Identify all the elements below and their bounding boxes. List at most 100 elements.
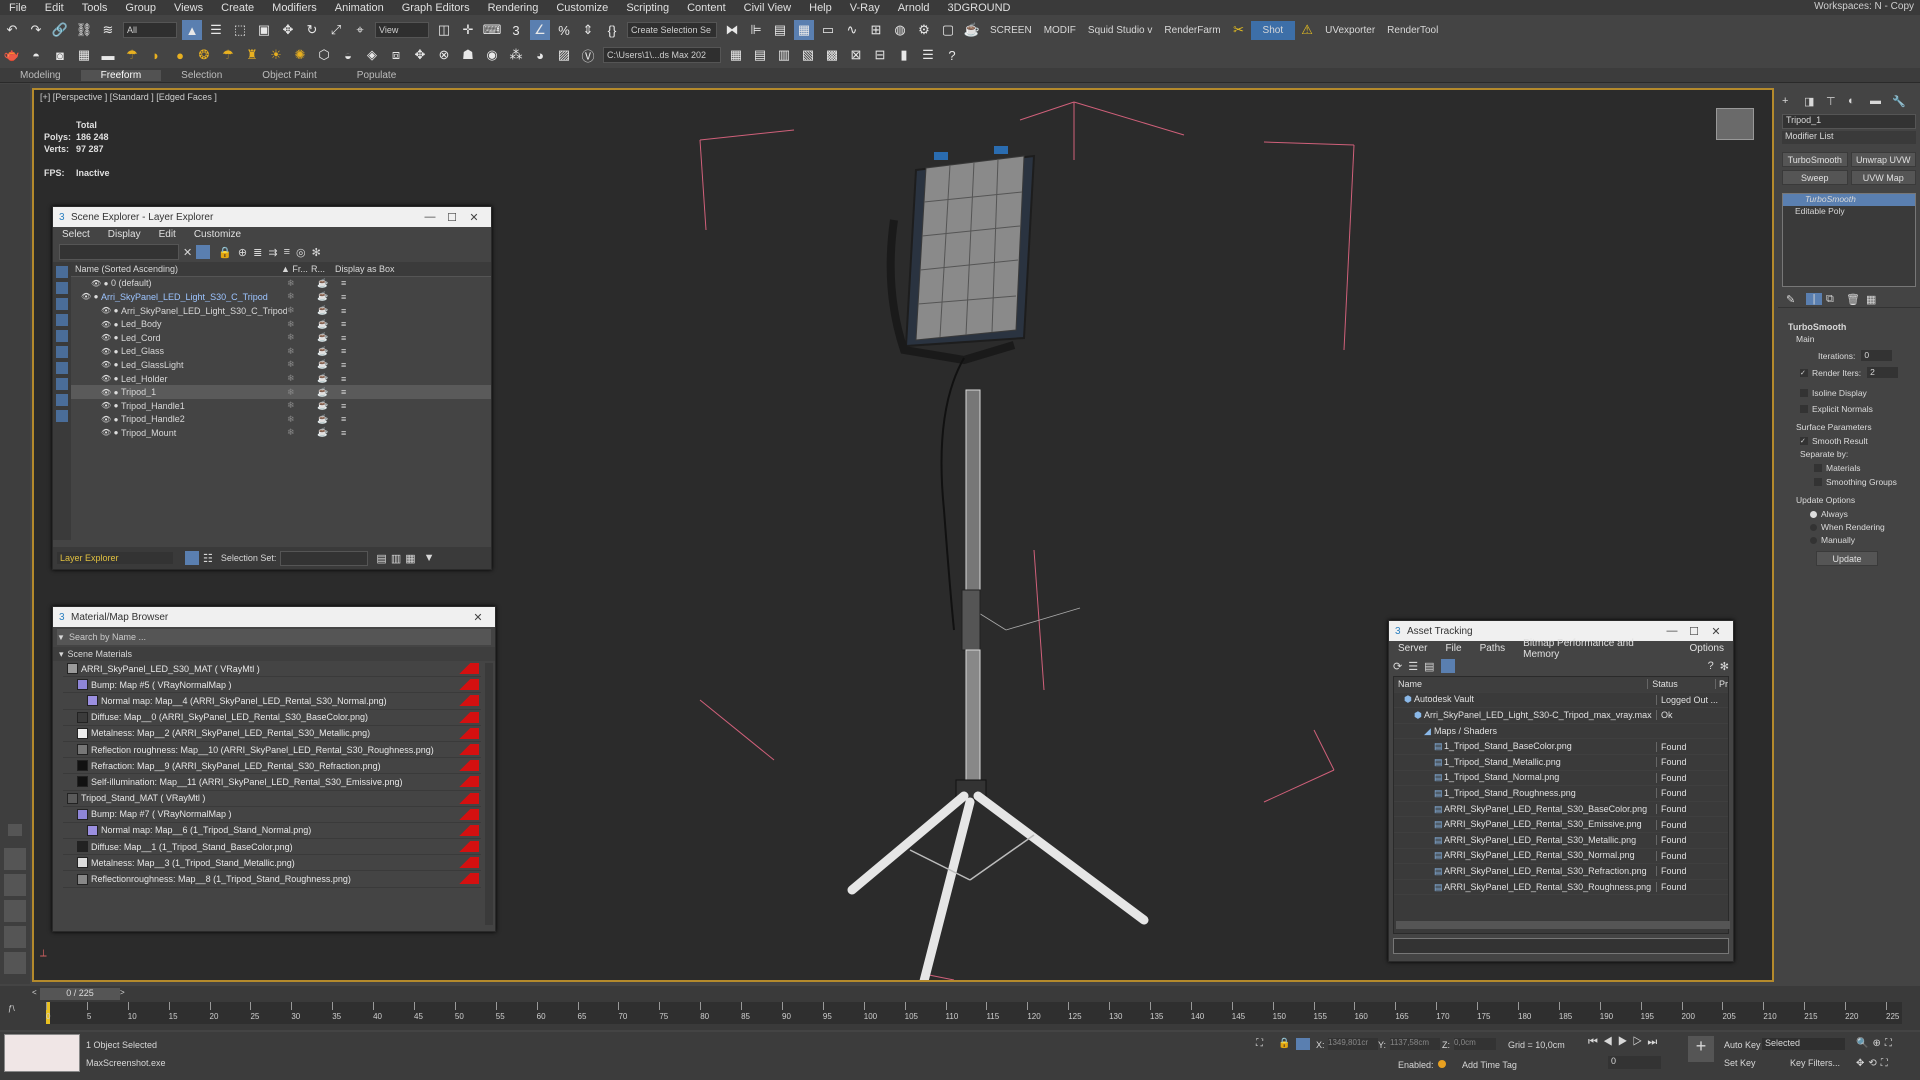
maximize-icon[interactable]: ☐ xyxy=(1683,625,1705,638)
utilities-tab-icon[interactable]: 🔧 xyxy=(1892,95,1914,108)
vray-logo-icon[interactable]: Ⓥ xyxy=(578,45,598,65)
display-as-box-icon[interactable]: ≡ xyxy=(341,401,421,411)
material-browser-scrollbar[interactable] xyxy=(485,663,493,925)
visibility-eye-icon[interactable]: 👁 xyxy=(101,415,111,424)
display-cameras-icon[interactable] xyxy=(56,330,68,342)
display-as-box-icon[interactable]: ≡ xyxy=(341,333,421,343)
display-as-box-icon[interactable]: ≡ xyxy=(341,319,421,329)
freeze-icon[interactable]: ❄ xyxy=(287,278,317,289)
menu-item-bitmap-performance-and-memory[interactable]: Bitmap Performance and Memory xyxy=(1514,638,1680,660)
maxscript-listener-thumbnail[interactable] xyxy=(4,1034,80,1072)
y-coordinate-field[interactable]: 1137,58cm xyxy=(1390,1038,1440,1050)
menu-item-display[interactable]: Display xyxy=(99,229,150,240)
layer-move-icon[interactable]: ⇉ xyxy=(268,246,277,259)
scene-row[interactable]: 👁 ● Led_Glass ❄ ☕ ≡ xyxy=(71,345,491,359)
display-bones-icon[interactable] xyxy=(56,410,68,422)
material-tree-item[interactable]: Tripod_Stand_MAT ( VRayMtl ) xyxy=(63,791,481,807)
freeze-icon[interactable]: ❄ xyxy=(287,305,317,316)
edit-named-sel-icon[interactable]: {} xyxy=(602,20,622,40)
angle-snap-icon[interactable]: ∠ xyxy=(530,20,550,40)
modif-button[interactable]: MODIF xyxy=(1038,25,1082,36)
minimize-icon[interactable]: — xyxy=(419,211,441,223)
freeze-icon[interactable]: ❄ xyxy=(287,414,317,425)
renderable-icon[interactable]: ☕ xyxy=(317,291,341,302)
layer-sort-icon[interactable]: ≡ xyxy=(284,246,290,258)
schematic-view-icon[interactable]: ⊞ xyxy=(866,20,886,40)
xref-icon[interactable]: ⊠ xyxy=(846,45,866,65)
layout-tab-3[interactable] xyxy=(4,900,26,922)
when-rendering-radio[interactable] xyxy=(1810,523,1817,531)
track-bar[interactable]: 0 5 10 15 20 25 30 35 40 45 50 55 60 65 70 75 80 85 90 95 10… xyxy=(46,1002,1902,1024)
uvexporter-button[interactable]: UVexporter xyxy=(1319,25,1381,36)
menu-item-paths[interactable]: Paths xyxy=(1471,643,1515,654)
asset-row[interactable]: ▤ ARRI_SkyPanel_LED_Rental_S30_Normal.png… xyxy=(1394,849,1728,865)
rendered-frame-icon[interactable]: ▢ xyxy=(938,20,958,40)
make-unique-icon[interactable]: ⧉ xyxy=(1826,293,1846,306)
viewport-nav-icons[interactable]: 🔍⊕⛶ xyxy=(1856,1038,1896,1049)
named-selection-dropdown[interactable]: Create Selection Se xyxy=(627,22,717,38)
display-xrefs-icon[interactable] xyxy=(56,394,68,406)
col-name-header[interactable]: Name xyxy=(1394,679,1647,689)
select-object-icon[interactable]: ▲ xyxy=(182,20,202,40)
minimize-icon[interactable]: — xyxy=(1661,625,1683,637)
scene-row[interactable]: 👁 ● Arri_SkyPanel_LED_Light_S30_C_Tripod ❄ ☕… xyxy=(71,304,491,318)
freeze-icon[interactable]: ❄ xyxy=(287,427,317,438)
scene-row[interactable]: 👁 ● 0 (default) ❄ ☕ ≡ xyxy=(71,277,491,291)
volume-icon[interactable]: ☗ xyxy=(458,45,478,65)
asset-row[interactable]: ▤ 1_Tripod_Stand_Metallic.png Found xyxy=(1394,755,1728,771)
visibility-eye-icon[interactable]: 👁 xyxy=(101,428,111,437)
select-scale-icon[interactable]: ⤢ xyxy=(326,20,346,40)
layer-settings-icon[interactable]: ✻ xyxy=(312,246,321,259)
material-tree-item[interactable]: Diffuse: Map__1 (1_Tripod_Stand_BaseColo… xyxy=(63,839,481,856)
search-options-icon[interactable]: ▼ xyxy=(57,633,69,642)
display-as-box-icon[interactable]: ≡ xyxy=(341,278,421,288)
stack-item-editable-poly[interactable]: Editable Poly xyxy=(1783,206,1915,218)
display-geometry-icon[interactable] xyxy=(56,282,68,294)
image-viewer-icon[interactable]: ▨ xyxy=(554,45,574,65)
selection-set-icon-1[interactable]: ▤ xyxy=(376,552,386,565)
x-coordinate-field[interactable]: 1349,801cr xyxy=(1328,1038,1378,1050)
layout-tab-2[interactable] xyxy=(4,874,26,896)
link-icon[interactable]: 🔗 xyxy=(50,20,70,40)
menu-item-edit[interactable]: Edit xyxy=(150,229,185,240)
remove-modifier-icon[interactable]: 🗑 xyxy=(1846,293,1866,306)
folder-icon[interactable]: ▬ xyxy=(98,45,118,65)
manually-radio[interactable] xyxy=(1810,536,1817,544)
col-render-header[interactable]: R... xyxy=(311,264,335,274)
project-path-dropdown[interactable]: C:\Users\1\...ds Max 202 xyxy=(603,47,721,63)
mirror-icon[interactable]: ⧓ xyxy=(722,20,742,40)
unwrap-uvw-button[interactable]: Unwrap UVW xyxy=(1850,152,1916,167)
menu-item-customize[interactable]: Customize xyxy=(185,229,250,240)
ribbon-tab-modeling[interactable]: Modeling xyxy=(0,70,81,81)
absolute-mode-icon[interactable] xyxy=(1296,1038,1310,1050)
freeze-icon[interactable]: ❄ xyxy=(287,387,317,398)
display-as-box-icon[interactable]: ≡ xyxy=(341,374,421,384)
visibility-eye-icon[interactable]: 👁 xyxy=(91,279,101,288)
align-icon[interactable]: ⊫ xyxy=(746,20,766,40)
open-folder-icon[interactable]: ▦ xyxy=(726,45,746,65)
scene-row[interactable]: 👁 ● Tripod_Handle1 ❄ ☕ ≡ xyxy=(71,399,491,413)
material-search-input[interactable]: Search by Name ... xyxy=(69,632,146,642)
viewport-nav-icons-2[interactable]: ✥⟲⛶ xyxy=(1856,1058,1892,1069)
display-as-box-icon[interactable]: ≡ xyxy=(341,360,421,370)
material-tree-item[interactable]: Bump: Map #7 ( VRayNormalMap ) xyxy=(63,807,481,823)
material-tree-item[interactable]: ARRI_SkyPanel_LED_S30_MAT ( VRayMtl ) xyxy=(63,661,481,678)
col-box-header[interactable]: Display as Box xyxy=(335,264,415,274)
asset-row[interactable]: ▤ 1_Tripod_Stand_Roughness.png Found xyxy=(1394,786,1728,802)
freeze-icon[interactable]: ❄ xyxy=(287,400,317,411)
sky-light-icon[interactable]: ✺ xyxy=(290,45,310,65)
close-icon[interactable]: ✕ xyxy=(1705,625,1727,638)
asset-path-field[interactable] xyxy=(1393,938,1729,954)
screen-button[interactable]: SCREEN xyxy=(984,25,1038,36)
keyboard-shortcut-icon[interactable]: ⌨ xyxy=(482,20,502,40)
display-helpers-icon[interactable] xyxy=(56,346,68,358)
menu-item-create[interactable]: Create xyxy=(212,2,263,14)
visibility-eye-icon[interactable]: 👁 xyxy=(101,347,111,356)
menu-item-select[interactable]: Select xyxy=(53,229,99,240)
globe-icon[interactable]: ◉ xyxy=(482,45,502,65)
thumbnail-icon[interactable]: ▤ xyxy=(1424,660,1434,673)
shot-button[interactable]: Shot xyxy=(1250,20,1296,40)
expand-arrow-icon[interactable] xyxy=(8,824,22,836)
redo-icon[interactable]: ↷ xyxy=(26,20,46,40)
percent-snap-icon[interactable]: % xyxy=(554,20,574,40)
